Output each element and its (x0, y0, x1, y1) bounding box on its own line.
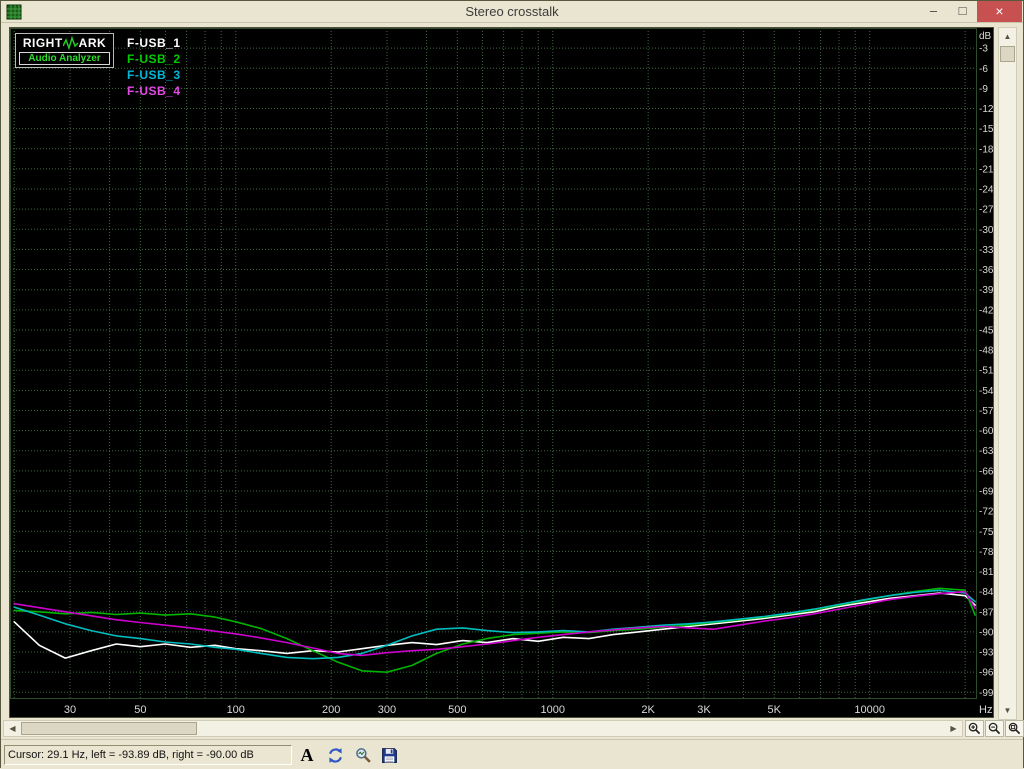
x-axis-unit: Hz (979, 704, 992, 716)
horizontal-scrollbar[interactable]: ◀ ▶ (3, 720, 963, 737)
close-button[interactable]: × (977, 1, 1022, 22)
y-axis-label: -30 (979, 225, 994, 236)
refresh-icon (327, 747, 344, 764)
vertical-scroll-thumb[interactable] (1000, 46, 1015, 62)
y-axis-label: -36 (979, 265, 994, 276)
y-axis-label: -69 (979, 486, 994, 497)
scroll-down-icon[interactable]: ▼ (999, 702, 1016, 719)
x-axis-label: 200 (322, 704, 340, 716)
minimize-button[interactable]: – (919, 1, 948, 22)
analyze-button[interactable] (351, 743, 375, 767)
x-axis-label: 5K (768, 704, 782, 716)
scroll-left-icon[interactable]: ◀ (4, 721, 21, 736)
window-controls: – □ × (919, 1, 1022, 22)
x-axis-label: 3K (697, 704, 711, 716)
y-axis-label: -39 (979, 285, 994, 296)
y-axis-label: -93 (979, 648, 994, 659)
y-axis-label: -90 (979, 627, 994, 638)
save-icon (381, 747, 398, 764)
zoom-full-icon (1008, 722, 1021, 735)
x-axis-label: 100 (227, 704, 245, 716)
rightmark-logo: RIGHT ARK Audio Analyzer (15, 33, 114, 68)
y-axis-label: -9 (979, 84, 988, 95)
x-axis-label: 30 (64, 704, 76, 716)
horizontal-scroll-thumb[interactable] (21, 722, 197, 735)
legend: RIGHT ARK Audio Analyzer F-USB_1F-USB_2F… (15, 33, 181, 99)
font-button[interactable]: A (295, 743, 319, 767)
y-axis-label: -78 (979, 547, 994, 558)
save-button[interactable] (377, 743, 401, 767)
y-axis-label: -81 (979, 567, 994, 578)
y-axis-label: -51 (979, 366, 994, 377)
waveform-icon (63, 36, 79, 50)
zoom-out-icon (988, 722, 1001, 735)
refresh-button[interactable] (323, 743, 347, 767)
y-axis-label: -87 (979, 607, 994, 618)
y-axis-label: -57 (979, 406, 994, 417)
y-axis-label: -63 (979, 446, 994, 457)
y-axis-label: -75 (979, 527, 994, 538)
x-axis-label: 2K (641, 704, 655, 716)
window-title: Stereo crosstalk (1, 4, 1023, 19)
zoom-in-icon (968, 722, 981, 735)
y-axis-label: -18 (979, 144, 994, 155)
analyze-icon (355, 747, 372, 764)
y-axis-label: -33 (979, 245, 994, 256)
legend-item: F-USB_3 (127, 67, 181, 83)
y-axis-label: -12 (979, 104, 994, 115)
titlebar[interactable]: Stereo crosstalk – □ × (1, 1, 1023, 23)
app-window: Stereo crosstalk – □ × -3 -6 -9 -12 -15 -18 -2… (0, 0, 1024, 768)
y-axis-label: -84 (979, 587, 994, 598)
legend-items: F-USB_1F-USB_2F-USB_3F-USB_4 (127, 35, 181, 99)
y-axis-unit: dB (979, 31, 992, 42)
x-axis-label: 10000 (854, 704, 885, 716)
zoom-full-button[interactable] (1005, 720, 1024, 737)
y-axis-label: -99 (979, 688, 994, 699)
y-axis-label: -6 (979, 64, 988, 75)
logo-subtitle: Audio Analyzer (19, 52, 110, 65)
y-axis-label: -66 (979, 466, 994, 477)
logo-title: RIGHT ARK (19, 36, 110, 50)
y-axis-label: -60 (979, 426, 994, 437)
y-axis-label: -72 (979, 507, 994, 518)
y-axis-label: -54 (979, 386, 994, 397)
cursor-readout: Cursor: 29.1 Hz, left = -93.89 dB, right… (4, 745, 292, 765)
y-axis-label: -21 (979, 164, 994, 175)
x-axis-label: 1000 (540, 704, 564, 716)
y-axis-label: -3 (979, 44, 988, 55)
legend-item: F-USB_4 (127, 83, 181, 99)
y-axis-label: -96 (979, 668, 994, 679)
x-axis-label: 500 (448, 704, 466, 716)
zoom-in-button[interactable] (965, 720, 984, 737)
logo-text-left: RIGHT (23, 36, 63, 50)
zoom-out-button[interactable] (985, 720, 1004, 737)
zoom-controls (965, 720, 1024, 737)
crosstalk-plot[interactable]: -3 -6 -9 -12 -15 -18 -21 -24 -27 -30 -33 -36 -39 -42 -… (9, 27, 994, 718)
scroll-right-icon[interactable]: ▶ (945, 721, 962, 736)
vertical-scrollbar[interactable]: ▲ ▼ (998, 27, 1017, 720)
y-axis-label: -48 (979, 346, 994, 357)
status-bar: Cursor: 29.1 Hz, left = -93.89 dB, right… (1, 739, 1023, 769)
x-axis-label: 300 (378, 704, 396, 716)
client-area: -3 -6 -9 -12 -15 -18 -21 -24 -27 -30 -33 -36 -39 -42 -… (1, 23, 1023, 767)
y-axis-label: -27 (979, 205, 994, 216)
y-axis-label: -45 (979, 325, 994, 336)
y-axis-label: -15 (979, 124, 994, 135)
legend-item: F-USB_1 (127, 35, 181, 51)
maximize-button[interactable]: □ (948, 1, 977, 22)
x-axis-label: 50 (134, 704, 146, 716)
y-axis-label: -24 (979, 185, 994, 196)
logo-text-right: ARK (79, 36, 107, 50)
scroll-up-icon[interactable]: ▲ (999, 28, 1016, 45)
y-axis-label: -42 (979, 305, 994, 316)
legend-item: F-USB_2 (127, 51, 181, 67)
